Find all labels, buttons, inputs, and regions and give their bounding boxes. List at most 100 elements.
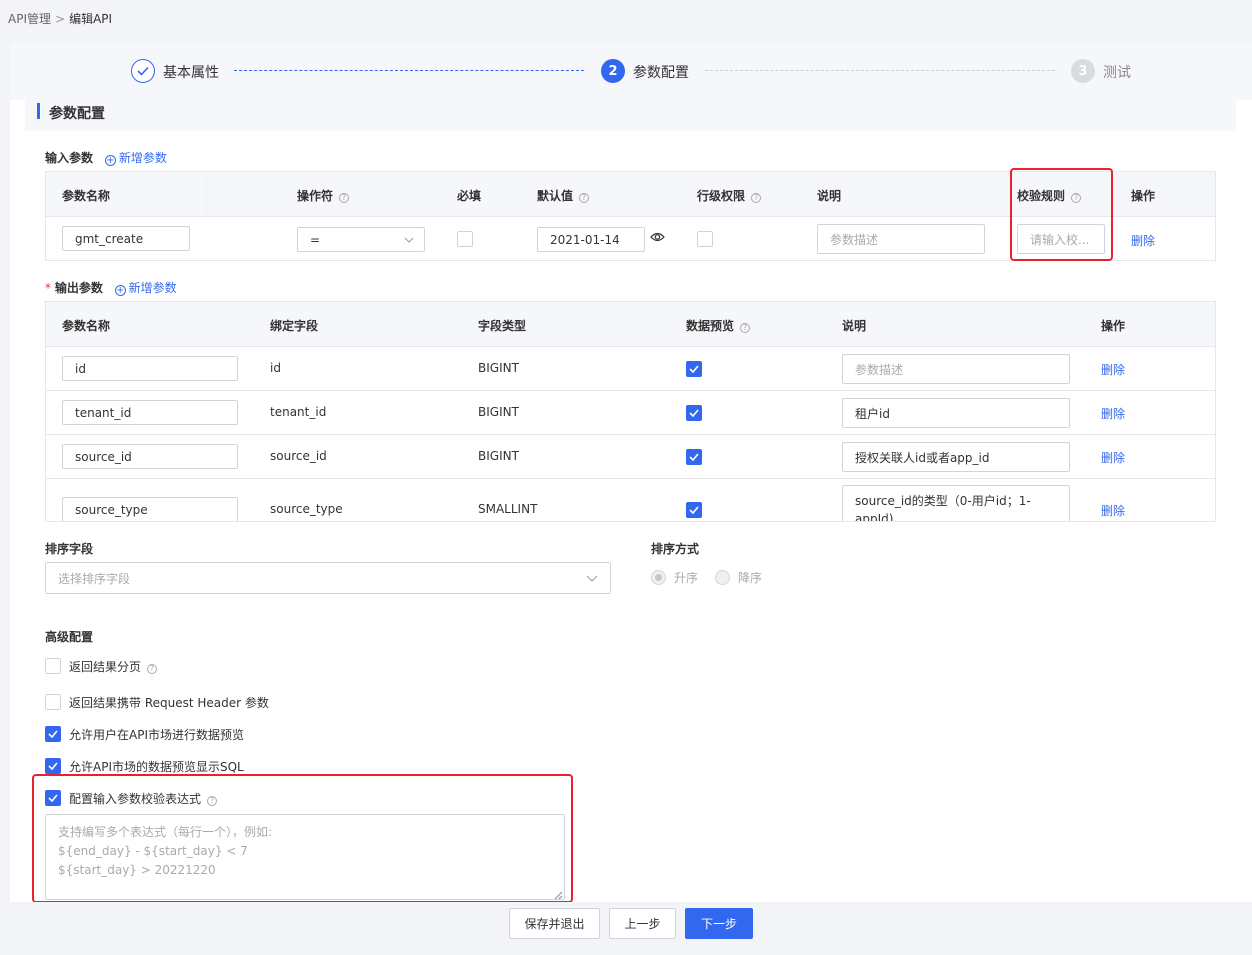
param-name-input[interactable]: tenant_id: [62, 400, 238, 425]
col-field-type: 字段类型: [478, 319, 527, 333]
check-icon: [131, 59, 155, 83]
param-name-input[interactable]: source_id: [62, 444, 238, 469]
col-description: 说明: [842, 319, 867, 333]
check-icon: [689, 409, 699, 417]
delete-button[interactable]: 删除: [1101, 449, 1125, 466]
param-description-input[interactable]: 授权关联人id或者app_id: [842, 442, 1070, 472]
help-icon[interactable]: ?: [751, 193, 762, 203]
field-type: SMALLINT: [478, 502, 538, 516]
breadcrumb-current: 编辑API: [69, 12, 113, 26]
param-description-input[interactable]: 租户id: [842, 398, 1070, 428]
step-3-label: 测试: [1103, 65, 1131, 81]
param-name-input[interactable]: gmt_create: [62, 226, 190, 251]
check-icon: [689, 365, 699, 373]
plus-circle-icon: +: [114, 285, 126, 296]
input-params-header: 输入参数 + 新增参数: [45, 149, 167, 166]
param-description-textarea[interactable]: source_id的类型（0-用户id；1- appId): [842, 485, 1070, 521]
plus-circle-icon: +: [104, 155, 116, 166]
col-action: 操作: [1131, 189, 1156, 203]
col-param-name: 参数名称: [62, 189, 111, 203]
input-params-label: 输入参数: [45, 151, 94, 165]
output-params-label: 输出参数: [54, 281, 103, 295]
delete-button[interactable]: 删除: [1101, 405, 1125, 422]
add-output-param-button[interactable]: + 新增参数: [114, 281, 177, 296]
next-step-button[interactable]: 下一步: [685, 908, 753, 939]
bound-field: source_id: [270, 449, 327, 463]
default-value-input[interactable]: 2021-01-14: [537, 227, 645, 252]
step-connector: [705, 70, 1055, 71]
highlight-box: [1010, 168, 1113, 261]
help-icon[interactable]: ?: [147, 664, 158, 674]
breadcrumb: API管理 > 编辑API: [8, 12, 113, 26]
request-header-checkbox[interactable]: [45, 694, 61, 710]
sort-desc-label: 降序: [738, 571, 763, 585]
market-preview-checkbox[interactable]: [45, 726, 61, 742]
required-checkbox[interactable]: [457, 231, 473, 247]
check-icon: [689, 453, 699, 461]
table-header: [46, 302, 1215, 346]
step-3-number: 3: [1071, 59, 1095, 83]
param-description-input[interactable]: 参数描述: [842, 354, 1070, 384]
highlight-box: [32, 774, 573, 903]
delete-button[interactable]: 删除: [1101, 361, 1125, 378]
row-permission-checkbox[interactable]: [697, 231, 713, 247]
bound-field: source_type: [270, 502, 343, 516]
sort-field-label: 排序字段: [45, 542, 94, 556]
breadcrumb-root[interactable]: API管理: [8, 12, 51, 26]
check-icon: [48, 730, 58, 738]
param-name-input[interactable]: id: [62, 356, 238, 381]
bound-field: id: [270, 361, 281, 375]
data-preview-checkbox[interactable]: [686, 361, 702, 377]
operator-select[interactable]: =: [297, 227, 425, 252]
advanced-title: 高级配置: [45, 630, 94, 644]
preview-sql-label: 允许API市场的数据预览显示SQL: [69, 760, 244, 774]
param-name-input[interactable]: source_type: [62, 497, 238, 521]
sort-desc-radio[interactable]: [715, 570, 730, 585]
section-title: 参数配置: [49, 106, 105, 122]
help-icon[interactable]: ?: [579, 193, 590, 203]
sort-asc-label: 升序: [674, 571, 699, 585]
col-default: 默认值?: [537, 187, 590, 204]
field-type: BIGINT: [478, 405, 519, 419]
save-exit-button[interactable]: 保存并退出: [509, 908, 600, 939]
col-required: 必填: [457, 189, 482, 203]
step-2-number: 2: [601, 59, 625, 83]
output-params-header: * 输出参数 + 新增参数: [45, 279, 177, 296]
market-preview-label: 允许用户在API市场进行数据预览: [69, 728, 244, 742]
required-marker: *: [45, 281, 51, 295]
preview-sql-checkbox[interactable]: [45, 758, 61, 774]
sort-order-label: 排序方式: [651, 542, 700, 556]
col-description: 说明: [817, 189, 842, 203]
col-action: 操作: [1101, 319, 1126, 333]
col-operator: 操作符?: [297, 187, 350, 204]
data-preview-checkbox[interactable]: [686, 405, 702, 421]
sort-field-select[interactable]: 选择排序字段: [45, 562, 611, 594]
col-bound-field: 绑定字段: [270, 319, 319, 333]
prev-step-button[interactable]: 上一步: [609, 908, 676, 939]
step-connector: [234, 70, 584, 71]
delete-button[interactable]: 删除: [1131, 232, 1155, 249]
col-row-perm: 行级权限?: [697, 187, 762, 204]
chevron-down-icon: [586, 575, 598, 582]
help-icon[interactable]: ?: [740, 323, 751, 333]
col-param-name: 参数名称: [62, 319, 111, 333]
data-preview-checkbox[interactable]: [686, 502, 702, 518]
step-2-label: 参数配置: [633, 65, 689, 81]
help-icon[interactable]: ?: [339, 193, 350, 203]
paginate-label: 返回结果分页?: [69, 658, 158, 675]
chevron-down-icon: [404, 237, 414, 243]
eye-icon[interactable]: [650, 231, 665, 246]
data-preview-checkbox[interactable]: [686, 449, 702, 465]
delete-button[interactable]: 删除: [1101, 502, 1125, 519]
request-header-label: 返回结果携带 Request Header 参数: [69, 696, 269, 710]
add-input-param-button[interactable]: + 新增参数: [104, 151, 167, 166]
bound-field: tenant_id: [270, 405, 327, 419]
section-accent-bar: [37, 103, 40, 119]
field-type: BIGINT: [478, 449, 519, 463]
paginate-checkbox[interactable]: [45, 658, 61, 674]
section-header: [25, 90, 1236, 131]
param-description-input[interactable]: 参数描述: [817, 224, 985, 254]
step-1-label: 基本属性: [163, 65, 219, 81]
sort-asc-radio[interactable]: [651, 570, 666, 585]
output-params-table: 参数名称 绑定字段 字段类型 数据预览? 说明 操作 id id BIGINT …: [45, 301, 1216, 522]
